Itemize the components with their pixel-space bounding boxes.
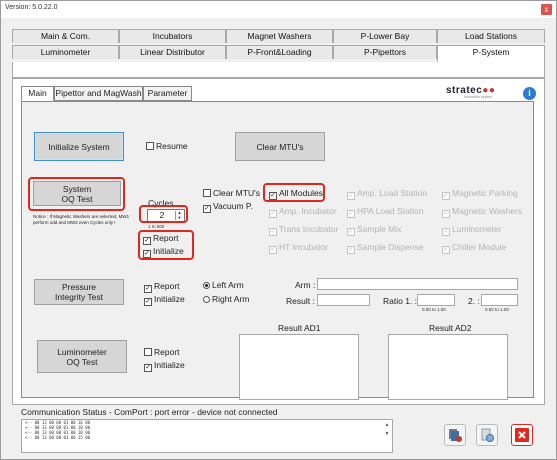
result-ad1-label: Result AD1 (278, 323, 321, 333)
communication-status: Communication Status - ComPort : port er… (21, 407, 278, 417)
lumi-initialize-label: Initialize (154, 360, 185, 370)
ratio1-field[interactable] (417, 294, 455, 306)
system-report-label: Report (153, 233, 179, 243)
tab-linear-distributor[interactable]: Linear Distributor (119, 45, 226, 59)
module-sample-mix[interactable]: ✓ Sample Mix (347, 224, 401, 236)
database-icon[interactable] (444, 424, 466, 446)
pressure-initialize-checkbox[interactable]: ✓ Initialize (144, 294, 185, 306)
module-magnetic-parking[interactable]: ✓ Magnetic Parking (442, 188, 518, 200)
tab-magnet-washers[interactable]: Magnet Washers (226, 29, 333, 43)
tab-p-lower-bay[interactable]: P-Lower Bay (333, 29, 437, 43)
lumi-line2: OQ Test (66, 356, 98, 367)
resume-label: Resume (156, 141, 188, 151)
log-scrollbar[interactable]: ▲ ▼ (383, 421, 391, 451)
main-window: Version: 5.0.22.0 x Main & Com. Incubato… (0, 0, 557, 460)
module-trans-incubator[interactable]: ✓ Trans Incubator (269, 224, 338, 236)
system-initialize-label: Initialize (153, 246, 184, 256)
tab-content-strip (12, 62, 545, 78)
arm-field[interactable] (317, 278, 518, 290)
vacuum-label: Vacuum P. (213, 201, 253, 211)
subtab-main[interactable]: Main (21, 86, 54, 101)
close-window-icon[interactable]: x (541, 4, 552, 15)
info-icon[interactable]: i (523, 87, 536, 100)
vacuum-checkbox[interactable]: ✓ Vacuum P. (203, 201, 253, 213)
tab-p-pipettors[interactable]: P-Pipettors (333, 45, 437, 59)
clear-mtus-button[interactable]: Clear MTU's (235, 132, 325, 161)
right-arm-radio[interactable]: Right Arm (203, 294, 249, 304)
module-sample-dispense[interactable]: ✓ Sample Dispense (347, 242, 424, 254)
system-report-checkbox[interactable]: ✓ Report (143, 233, 179, 245)
logo-tagline: innovation system (464, 95, 493, 99)
communication-log[interactable]: <-- 00 13 00 00 01 00 1E 00 <-- 00 13 00… (21, 419, 393, 453)
module-amp-incubator[interactable]: ✓ Amp. Incubator (269, 206, 337, 218)
system-oq-test-button[interactable]: System OQ Test (33, 181, 121, 206)
left-arm-radio[interactable]: Left Arm (203, 280, 244, 290)
log-line: <-- 00 13 00 00 01 00 15 00 (25, 435, 91, 440)
system-initialize-checkbox[interactable]: ✓ Initialize (143, 246, 184, 258)
system-oq-line2: OQ Test (61, 193, 93, 204)
luminometer-oq-test-button[interactable]: Luminometer OQ Test (37, 340, 127, 373)
initialize-system-button[interactable]: Initialize System (34, 132, 124, 161)
ratio2-label: 2. : (468, 296, 480, 306)
left-arm-label: Left Arm (212, 280, 244, 290)
result-label: Result : (286, 296, 315, 306)
ratio1-range: 0.50 to 1.00 (422, 307, 446, 312)
lumi-report-checkbox[interactable]: Report (144, 347, 180, 357)
tab-p-system[interactable]: P-System (437, 45, 545, 62)
module-ht-incubator[interactable]: ✓ HT Incubator (269, 242, 328, 254)
cycles-range: 1 to 500 (148, 224, 165, 229)
clear-mtus-checkbox[interactable]: Clear MTU's (203, 188, 260, 198)
window-title: Version: 5.0.22.0 (5, 4, 58, 11)
close-icon[interactable] (511, 424, 533, 446)
resume-checkbox[interactable]: Resume (146, 141, 188, 151)
cycles-stepper[interactable]: 2 ▲ ▼ (147, 209, 185, 222)
stepper-arrows-icon[interactable]: ▲ ▼ (175, 210, 183, 220)
pressure-line2: Integrity Test (54, 292, 104, 302)
right-arm-label: Right Arm (212, 294, 250, 304)
module-magnetic-washers[interactable]: ✓ Magnetic Washers (442, 206, 522, 218)
ratio2-field[interactable] (481, 294, 518, 306)
stratec-logo: stratec●● innovation system (446, 85, 496, 99)
pressure-initialize-label: Initialize (154, 294, 185, 304)
system-oq-line1: System (62, 183, 92, 194)
pressure-report-label: Report (154, 281, 180, 291)
result-field[interactable] (317, 294, 370, 306)
result-ad1-box (239, 334, 359, 400)
all-modules-label: All Modules (279, 188, 323, 198)
lumi-line1: Luminometer (57, 346, 107, 357)
title-bar: Version: 5.0.22.0 x (1, 1, 556, 18)
tab-load-stations[interactable]: Load Stations (437, 29, 545, 43)
magnetic-washers-notice: Notice : If Magnetic Washers are selecte… (33, 214, 130, 225)
module-chiller-module[interactable]: ✓ Chiller Module (442, 242, 506, 254)
tab-p-front-loading[interactable]: P-Front&Loading (226, 45, 333, 59)
pressure-report-checkbox[interactable]: ✓ Report (144, 281, 180, 293)
cycles-value: 2 (159, 210, 165, 220)
module-hpa-load-station[interactable]: ✓ HPA Load Station (347, 206, 423, 218)
lumi-initialize-checkbox[interactable]: ✓ Initialize (144, 360, 185, 372)
module-amp-load-station[interactable]: ✓ Amp. Load Station (347, 188, 427, 200)
arm-label: Arm : (295, 280, 316, 290)
subtab-pipettor-magwash[interactable]: Pipettor and MagWash (54, 86, 143, 101)
subtab-parameter[interactable]: Parameter (143, 86, 192, 101)
result-ad2-label: Result AD2 (429, 323, 472, 333)
pressure-line1: Pressure (61, 282, 96, 292)
lumi-report-label: Report (154, 347, 180, 357)
tab-luminometer[interactable]: Luminometer (12, 45, 119, 59)
tab-main-com[interactable]: Main & Com. (12, 29, 119, 43)
settings-icon[interactable] (476, 424, 498, 446)
pressure-integrity-test-button[interactable]: Pressure Integrity Test (34, 279, 124, 305)
ratio1-label: Ratio 1. : (383, 296, 418, 306)
cycles-label: Cycles (148, 198, 174, 208)
all-modules-checkbox[interactable]: ✓ All Modules (269, 188, 323, 200)
result-ad2-box (388, 334, 508, 400)
clear-mtus-label: Clear MTU's (213, 188, 260, 198)
tab-incubators[interactable]: Incubators (119, 29, 226, 43)
ratio2-range: 0.50 to 1.00 (485, 307, 509, 312)
module-luminometer[interactable]: ✓ Luminometer (442, 224, 502, 236)
